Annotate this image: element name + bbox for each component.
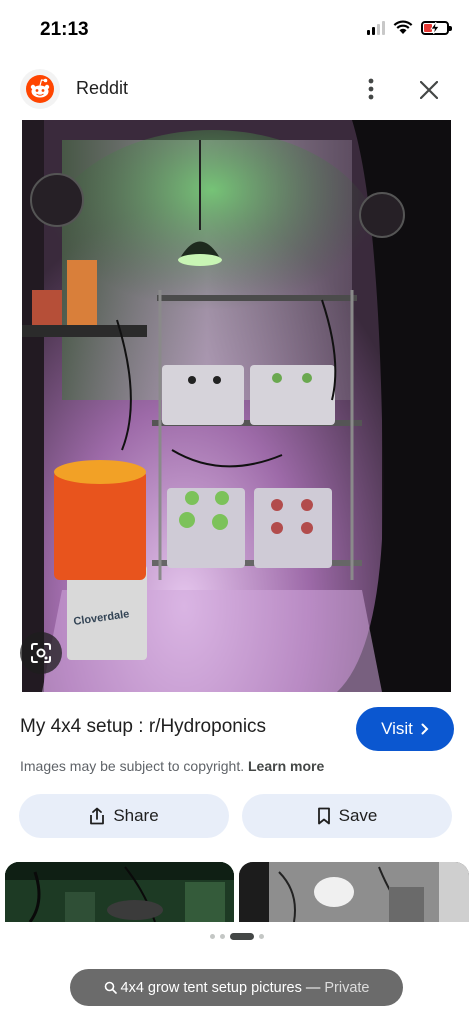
separator: —: [305, 979, 321, 996]
related-image-2[interactable]: [239, 862, 469, 922]
pager-dot: [258, 934, 264, 939]
status-time: 21:13: [40, 19, 89, 40]
search-query: 4x4 grow tent setup pictures: [120, 979, 302, 996]
more-vert-icon[interactable]: [356, 74, 386, 104]
result-title[interactable]: My 4x4 setup : r/Hydroponics: [20, 716, 266, 738]
copyright-notice: Images may be subject to copyright. Lear…: [20, 758, 324, 774]
learn-more-link[interactable]: Learn more: [248, 758, 324, 774]
share-icon: [90, 807, 105, 825]
visit-button[interactable]: Visit: [356, 707, 454, 751]
cellular-signal-icon: [367, 20, 385, 35]
reddit-logo-icon[interactable]: [20, 69, 60, 109]
result-image[interactable]: Cloverdale: [22, 120, 451, 692]
search-icon: [104, 981, 117, 994]
share-button[interactable]: Share: [19, 794, 229, 838]
wifi-icon: [393, 20, 413, 34]
pager-dot: [219, 934, 225, 939]
pager-dot: [209, 934, 215, 939]
private-mode-label: Private: [324, 979, 370, 996]
close-icon[interactable]: [413, 74, 445, 106]
battery-charging-icon: [421, 20, 452, 35]
bookmark-icon: [317, 807, 330, 825]
status-icons: [367, 20, 452, 35]
address-bar[interactable]: 4x4 grow tent setup pictures — Private: [70, 969, 403, 1006]
related-image-1[interactable]: [5, 862, 234, 922]
lens-search-icon[interactable]: [20, 632, 62, 674]
pager-dot-active: [229, 933, 254, 940]
share-label: Share: [113, 806, 159, 825]
site-name[interactable]: Reddit: [76, 78, 128, 99]
source-header: Reddit: [0, 62, 473, 116]
chevron-right-icon: [421, 723, 429, 735]
save-label: Save: [338, 806, 378, 825]
copyright-text: Images may be subject to copyright.: [20, 758, 245, 774]
carousel-pager: [0, 933, 473, 940]
save-button[interactable]: Save: [242, 794, 452, 838]
status-bar: 21:13: [0, 0, 473, 60]
visit-label: Visit: [381, 719, 413, 738]
